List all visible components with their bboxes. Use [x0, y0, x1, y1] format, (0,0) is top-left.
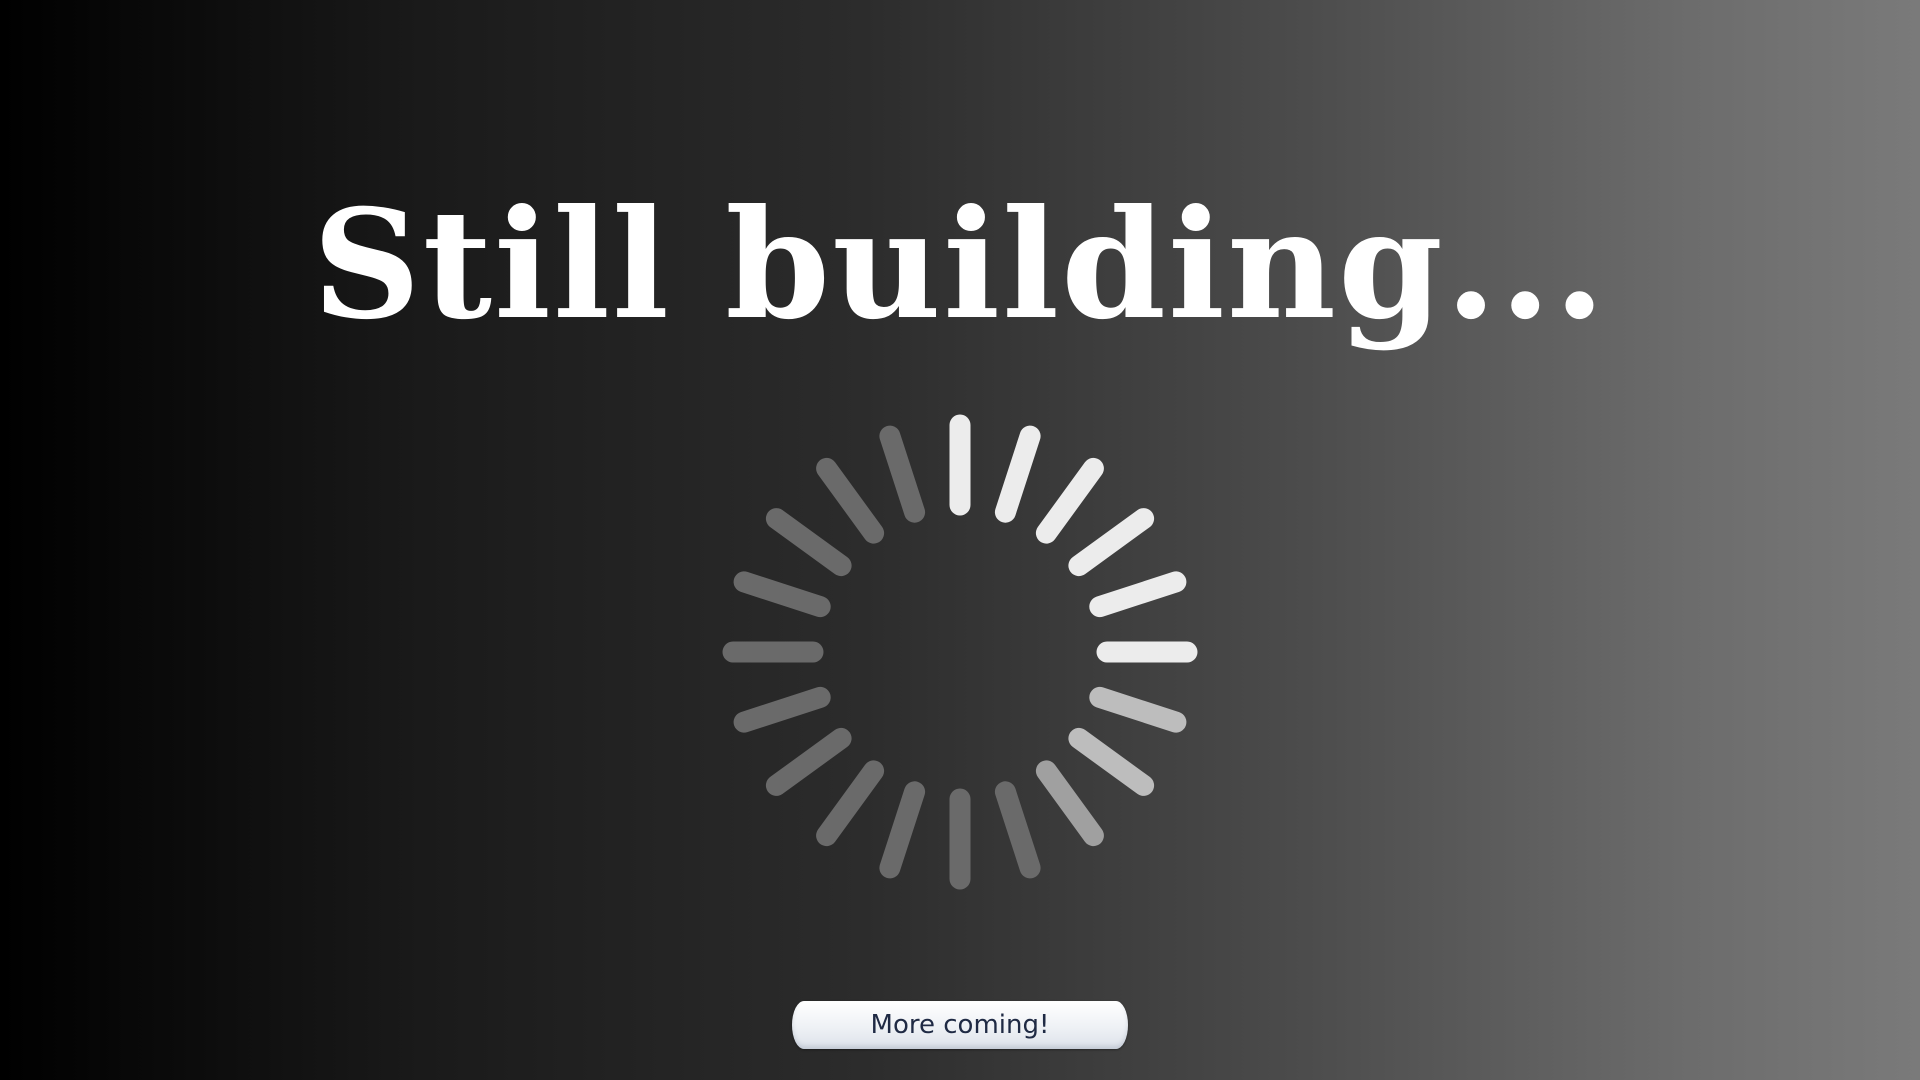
- spinner-spoke: [1068, 727, 1155, 796]
- spinner-spoke: [1089, 686, 1187, 733]
- spinner-spoke: [765, 727, 852, 796]
- spinner-graphic: [722, 414, 1198, 890]
- spinner-spoke: [733, 571, 831, 618]
- page-title: Still building...: [312, 177, 1608, 353]
- spinner-spoke: [879, 781, 926, 879]
- spinner-spoke: [1089, 571, 1187, 618]
- spinner-spoke: [994, 781, 1041, 879]
- more-coming-button[interactable]: More coming!: [792, 1001, 1128, 1049]
- spinner-spoke: [816, 457, 885, 544]
- spinner-spoke: [1035, 760, 1104, 847]
- spinner-spoke: [1035, 457, 1104, 544]
- spinner-spoke: [879, 425, 926, 523]
- spinner-spoke: [816, 760, 885, 847]
- spinner-spoke: [994, 425, 1041, 523]
- spinner-spoke: [733, 686, 831, 733]
- spinner-spoke: [1068, 508, 1155, 577]
- spinner-spoke: [765, 508, 852, 577]
- loading-spinner-icon: [720, 412, 1200, 892]
